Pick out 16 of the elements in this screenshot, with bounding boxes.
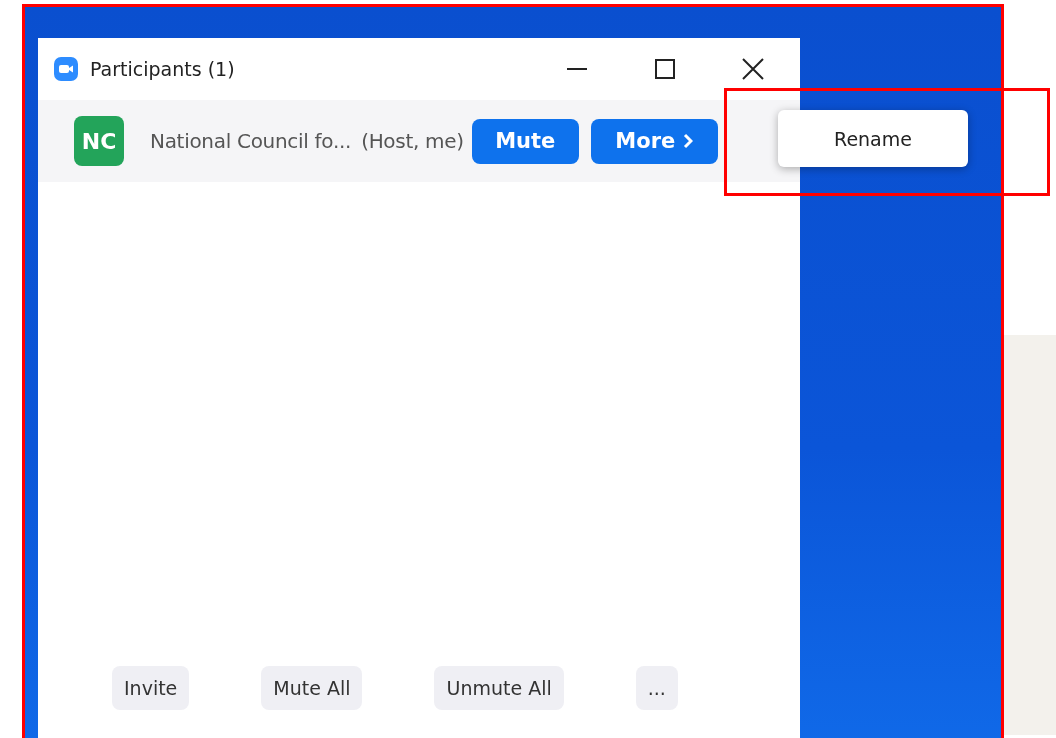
avatar: NC [74, 116, 124, 166]
close-icon[interactable] [742, 58, 764, 80]
maximize-icon[interactable] [654, 58, 676, 80]
camera-icon [54, 57, 78, 81]
more-button[interactable]: More [590, 118, 718, 164]
footer-button[interactable]: Unmute All [434, 666, 564, 710]
menu-item[interactable]: Rename [834, 127, 912, 150]
window-title: Participants (1) [90, 58, 235, 80]
footer-button[interactable]: ... [635, 666, 678, 710]
chevron-icon [683, 133, 694, 149]
mute-button[interactable]: Mute [471, 118, 579, 164]
participant-name: National Council fo... [150, 129, 352, 153]
participant-row[interactable]: NC National Council fo... (Host, me) Mute More [38, 100, 800, 182]
footer-button[interactable]: Invite [112, 666, 190, 710]
footer-button[interactable]: Mute All [261, 666, 363, 710]
participant-role: (Host, me) [361, 129, 464, 153]
